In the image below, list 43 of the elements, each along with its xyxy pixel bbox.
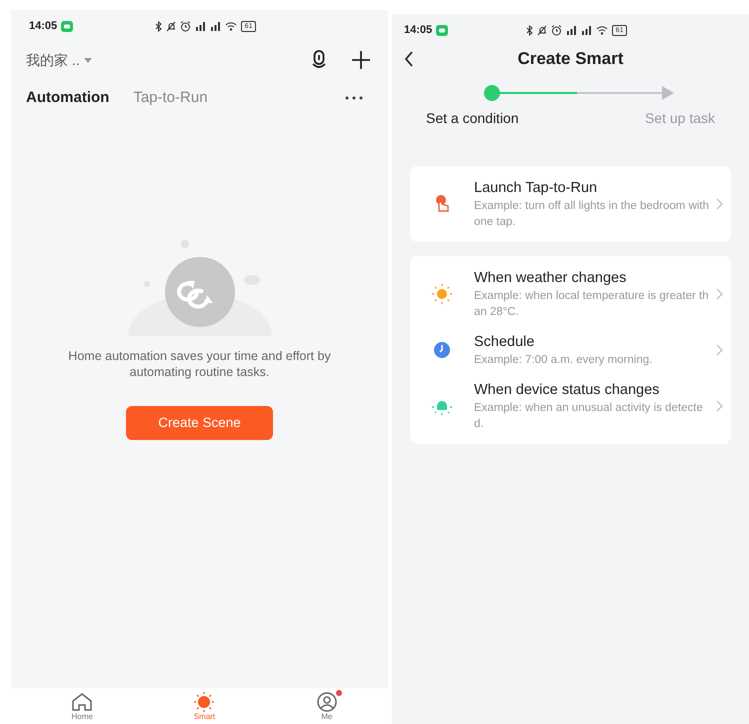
home-selector[interactable]: 我的家 .. xyxy=(26,50,92,70)
status-time: 14:05 xyxy=(404,22,432,38)
condition-option[interactable]: Schedule Example: 7:00 a.m. every morning. xyxy=(410,326,731,374)
signal-icon xyxy=(194,21,206,31)
signal-icon xyxy=(566,25,577,35)
sun-icon xyxy=(432,284,452,304)
step-label: Set a condition xyxy=(426,109,519,128)
page-title: Create Smart xyxy=(516,48,624,70)
back-icon xyxy=(404,51,414,67)
nav-tab[interactable]: Home xyxy=(47,692,118,721)
alarm-icon xyxy=(180,20,191,32)
sun-icon xyxy=(193,692,216,712)
caret-icon xyxy=(84,58,92,62)
condition-option[interactable]: When weather changes Example: when local temperature is greater than 28°C. xyxy=(410,262,731,326)
status-time: 14:05 xyxy=(29,18,58,34)
microphone-icon xyxy=(311,50,327,70)
condition-option[interactable]: When device status changes Example: when an unusual activity is detected. xyxy=(410,374,731,438)
add-icon xyxy=(351,50,371,70)
wifi-icon xyxy=(596,25,608,35)
wifi-icon xyxy=(224,21,237,31)
bell-off-icon xyxy=(536,24,547,36)
more-icon xyxy=(345,96,363,100)
bell-off-icon xyxy=(166,20,176,32)
chevron-right-icon xyxy=(716,198,723,210)
signal-icon xyxy=(210,21,221,31)
chevron-right-icon xyxy=(716,400,723,412)
step-label: Set up task xyxy=(644,109,715,128)
signal-icon xyxy=(580,25,592,35)
person-icon xyxy=(316,692,338,712)
notification-badge xyxy=(336,690,342,696)
home-icon xyxy=(71,692,94,712)
chevron-right-icon xyxy=(716,288,723,300)
nav-tab[interactable]: Me xyxy=(292,692,362,721)
clock-icon xyxy=(432,340,452,360)
empty-state-message: Home automation saves your time and effort by automating routine tasks. xyxy=(67,348,332,380)
chat-app-icon xyxy=(436,24,448,36)
bluetooth-icon xyxy=(526,24,533,36)
alarm-icon xyxy=(550,24,562,36)
chat-app-icon xyxy=(61,20,74,32)
condition-option[interactable]: Launch Tap-to-Run Example: turn off all lights in the bedroom with one tap. xyxy=(410,172,731,236)
tab[interactable]: Automation xyxy=(26,86,110,110)
bluetooth-icon xyxy=(154,20,162,32)
chevron-right-icon xyxy=(716,344,723,356)
